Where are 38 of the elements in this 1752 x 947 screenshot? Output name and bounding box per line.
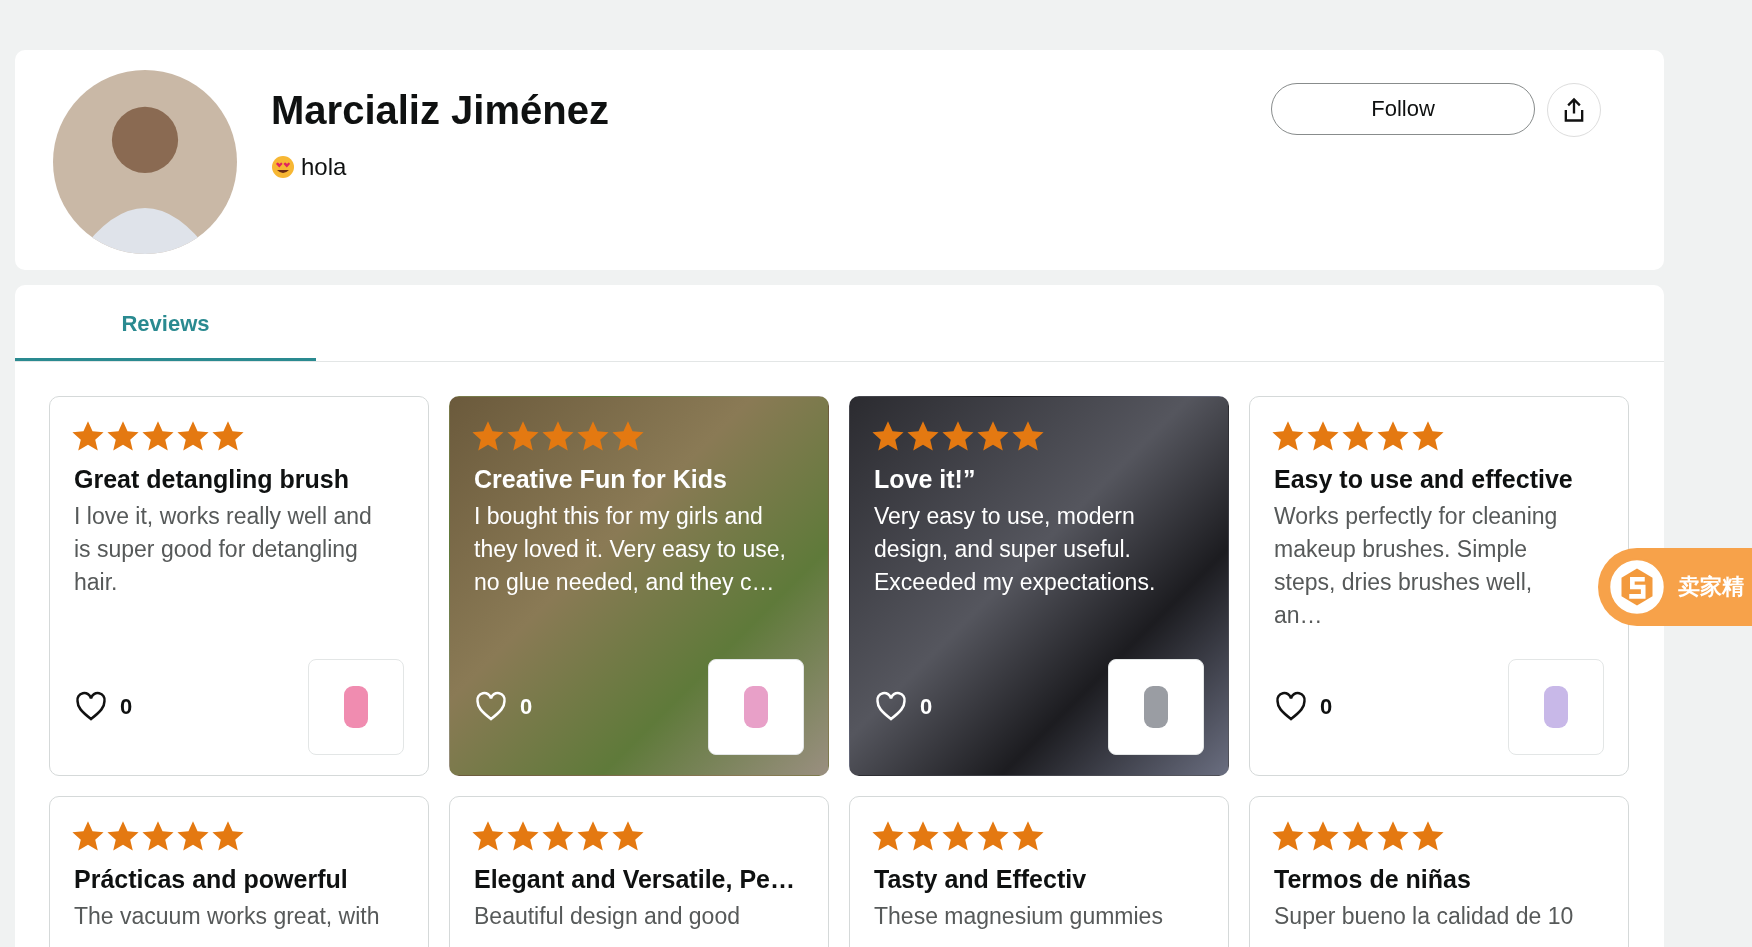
- product-thumbnail[interactable]: [308, 659, 404, 755]
- like-count: 0: [520, 694, 533, 720]
- review-title: Creative Fun for Kids: [474, 465, 728, 494]
- review-card[interactable]: Elegant and Versatile, Pe… Beautiful design and good: [449, 796, 829, 947]
- review-card[interactable]: Great detangling brush I love it, works really well and is super good for detangling hair. 0: [49, 396, 429, 776]
- review-text: Works perfectly for cleaning makeup brushes. Simple steps, dries brushes well, an…: [1274, 502, 1559, 630]
- heart-eyes-emoji-icon: [271, 155, 295, 179]
- review-card[interactable]: Easy to use and effective Works perfectly for cleaning makeup brushes. Simple steps, dries brushes well, an… 0: [1249, 396, 1629, 776]
- product-thumbnail[interactable]: [1108, 659, 1204, 755]
- review-text: Very easy to use, modern design, and super useful. Exceeded my expectations.: [874, 502, 1157, 597]
- reviews-tab[interactable]: Reviews: [15, 285, 316, 361]
- review-title: Elegant and Versatile, Pe…: [474, 865, 796, 894]
- product-thumbnail[interactable]: [708, 659, 804, 755]
- review-title: Easy to use and effective: [1274, 465, 1574, 494]
- review-title: Great detangling brush: [74, 465, 351, 494]
- review-text: Beautiful design and good: [474, 902, 741, 931]
- review-title: Tasty and Effectiv: [874, 865, 1088, 894]
- review-card[interactable]: Termos de niñas Super bueno la calidad de 10: [1249, 796, 1629, 947]
- review-title: Love it!”: [874, 465, 977, 494]
- like-count: 0: [920, 694, 933, 720]
- review-card[interactable]: Tasty and Effectiv These magnesium gummies: [849, 796, 1229, 947]
- profile-name: Marcializ Jiménez: [271, 88, 610, 133]
- review-title: Prácticas and powerful: [74, 865, 349, 894]
- review-title: Termos de niñas: [1274, 865, 1472, 894]
- like-count: 0: [120, 694, 133, 720]
- follow-button[interactable]: Follow: [1271, 83, 1535, 135]
- review-text: I bought this for my girls and they loved it. Very easy to use, no glue needed, and they c…: [474, 502, 786, 597]
- review-text: I love it, works really well and is super good for detangling hair.: [74, 502, 373, 597]
- photo-review-card[interactable]: Creative Fun for Kids I bought this for my girls and they loved it. Very easy to use, no glue needed, and they c… 0: [449, 396, 829, 776]
- profile-bio: hola: [301, 153, 347, 181]
- photo-review-card[interactable]: Love it!” Very easy to use, modern design, and super useful. Exceeded my expectations. 0: [849, 396, 1229, 776]
- review-text: These magnesium gummies: [874, 902, 1164, 931]
- review-card[interactable]: Prácticas and powerful The vacuum works great, with: [49, 796, 429, 947]
- review-text: Super bueno la calidad de 10: [1274, 902, 1575, 931]
- review-text: The vacuum works great, with: [74, 902, 381, 931]
- share-button[interactable]: [1547, 83, 1601, 137]
- product-thumbnail[interactable]: [1508, 659, 1604, 755]
- like-count: 0: [1320, 694, 1333, 720]
